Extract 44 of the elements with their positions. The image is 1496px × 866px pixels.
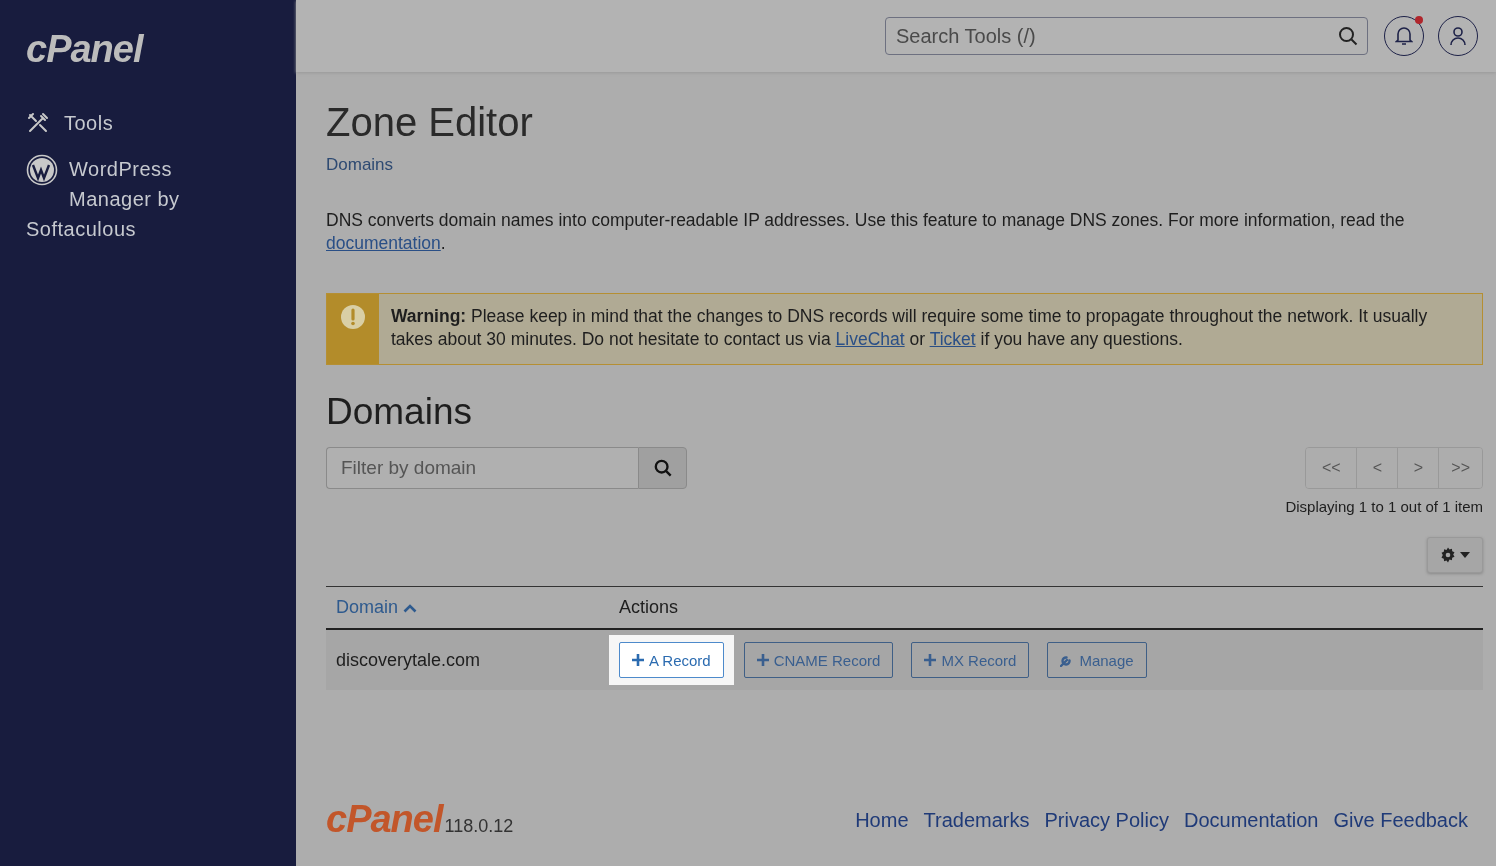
- sidebar-item[interactable]: WordPress Manager by Softaculous: [26, 154, 198, 244]
- pagination-button[interactable]: >>: [1438, 448, 1482, 488]
- search-field[interactable]: Search Tools (/): [885, 17, 1368, 55]
- caret-icon: [1460, 552, 1470, 558]
- description-text: DNS converts domain names into computer-readable IP addresses. Use this feature to manage DNS zones. For more information, read the documentation.: [326, 209, 1406, 255]
- footer-link[interactable]: Documentation: [1183, 809, 1319, 832]
- action-button[interactable]: MX Record: [911, 642, 1030, 678]
- filter-field[interactable]: Filter by domain: [326, 447, 638, 489]
- cpanel-logo: cPanel: [326, 798, 443, 840]
- action-button[interactable]: Manage: [1047, 642, 1147, 678]
- plus-icon: [632, 654, 644, 666]
- tools-icon: [26, 111, 50, 135]
- livechat-link[interactable]: LiveChat: [835, 329, 905, 349]
- bell-icon: [1395, 26, 1413, 46]
- documentation-link[interactable]: documentation: [326, 233, 441, 253]
- action-button[interactable]: A Record: [619, 642, 724, 678]
- sort-up-icon: [403, 603, 418, 613]
- sidebar-item[interactable]: Tools: [64, 108, 114, 138]
- plus-icon: [924, 654, 937, 666]
- warning-text: Warning: Please keep in mind that the changes to DNS records will require some time to propagate throughout the network. It usually takes about 30 minutes. Do not hesitate to contact us via LiveChat or Ticket if you have any questions.: [391, 305, 1429, 351]
- breadcrumb-link[interactable]: Domains: [326, 155, 1483, 175]
- footer-link[interactable]: Give Feedback: [1333, 809, 1468, 832]
- search-button[interactable]: [638, 447, 687, 489]
- cpanel-logo[interactable]: cPanel: [26, 30, 143, 68]
- settings-button[interactable]: [1427, 537, 1483, 573]
- section-heading: Domains: [326, 391, 473, 433]
- footer-link[interactable]: Home: [855, 809, 909, 832]
- column-header: Actions: [619, 597, 679, 617]
- plus-icon: [756, 654, 769, 666]
- search-icon: [653, 459, 672, 477]
- user-icon: [1449, 26, 1467, 46]
- column-header[interactable]: Domain: [336, 597, 399, 617]
- settings-icon: [1440, 547, 1456, 563]
- version-text: 118.0.12: [444, 816, 514, 836]
- pagination-summary: Displaying 1 to 1 out of 1 item: [1285, 498, 1483, 515]
- wordpress-icon: [26, 154, 58, 186]
- action-button[interactable]: CNAME Record: [743, 642, 894, 678]
- footer-link[interactable]: Privacy Policy: [1044, 809, 1169, 832]
- domain-cell: discoverytale.com: [326, 629, 609, 690]
- exclamation-icon: [340, 304, 366, 330]
- page-title: Zone Editor: [326, 100, 534, 145]
- search-icon: [1338, 26, 1358, 46]
- footer-link[interactable]: Trademarks: [923, 809, 1030, 832]
- ticket-link[interactable]: Ticket: [929, 329, 976, 349]
